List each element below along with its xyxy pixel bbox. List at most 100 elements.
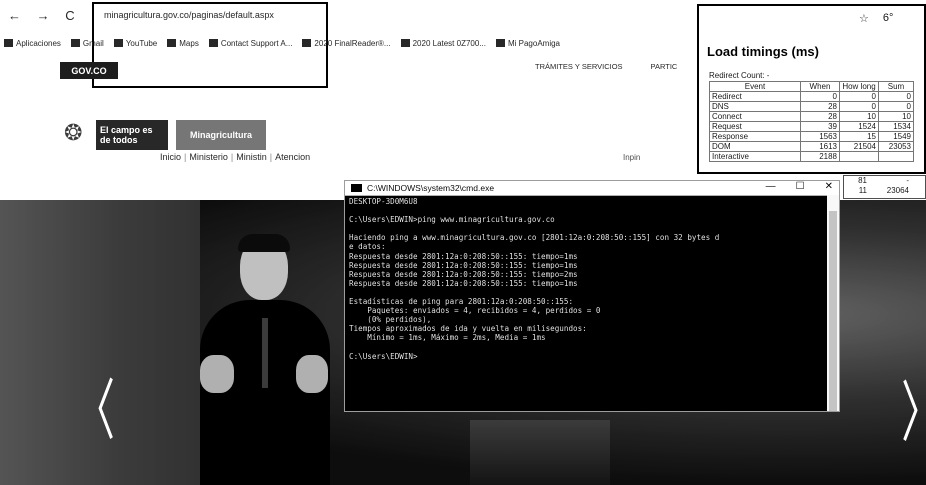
- bookmarks-bar: Aplicaciones Gmail YouTube Maps Contact Supp…: [4, 35, 560, 51]
- el-campo-logo[interactable]: El campo es de todos: [96, 120, 168, 150]
- cmd-line: Mínimo = 1ms, Máximo = 2ms, Media = 1ms: [349, 333, 546, 343]
- bookmark-label: 2020 FinalReader®...: [314, 38, 391, 48]
- table-cell: 1524: [839, 121, 879, 132]
- bookmark-label: Aplicaciones: [16, 38, 61, 48]
- table-cell: DOM: [709, 141, 801, 152]
- minagricultura-logo[interactable]: Minagricultura: [176, 120, 266, 150]
- console-icon: [351, 184, 362, 192]
- menu-item-ministerio[interactable]: Ministerio: [189, 152, 228, 162]
- menu-item-inicio[interactable]: Inicio: [160, 152, 181, 162]
- table-cell: [878, 151, 914, 162]
- bookmark-item[interactable]: Gmail: [70, 39, 104, 48]
- cmd-line: [349, 224, 825, 233]
- hero-floor: [470, 420, 610, 485]
- speaker-hair: [238, 234, 290, 252]
- table-row: Interactive 2188: [709, 151, 914, 162]
- cmd-line: Haciendo ping a www.minagricultura.gov.c…: [349, 233, 720, 243]
- close-icon[interactable]: ✕: [825, 181, 833, 192]
- table-cell: 0: [839, 91, 879, 102]
- cmd-title-text: C:\WINDOWS\system32\cmd.exe: [367, 183, 495, 193]
- cmd-line: C:\Users\EDWIN>ping www.minagricultura.g…: [349, 215, 555, 225]
- search-label[interactable]: Inpin: [623, 153, 640, 162]
- table-cell: 15: [839, 131, 879, 142]
- col-sum: Sum: [878, 81, 914, 92]
- bookmark-label: 2020 Latest 0Z700...: [412, 38, 486, 48]
- cmd-line: DESKTOP-3D0M6U8: [349, 197, 418, 206]
- cmd-line: [349, 288, 825, 297]
- table-cell: 23064: [886, 186, 909, 195]
- cmd-scrollbar[interactable]: [827, 195, 839, 411]
- bookmark-item[interactable]: Maps: [167, 39, 199, 48]
- extension-icons: ☆ 6°: [859, 12, 893, 25]
- timings-table: Event When How long Sum Redirect 0 0 0 DNS 28…: [709, 81, 914, 162]
- topnav-tramites[interactable]: TRÁMITES Y SERVICIOS: [535, 62, 623, 71]
- cmd-line: Respuesta desde 2801:12a:0:208:50::155: …: [349, 269, 578, 279]
- table-cell: 0: [800, 91, 840, 102]
- topnav-partic[interactable]: PARTIC: [651, 62, 678, 71]
- bookmark-icon: [113, 39, 123, 47]
- cmd-line: C:\Users\EDWIN>: [349, 351, 418, 361]
- cmd-line: Tiempos aproximados de ida y vuelta en m…: [349, 324, 587, 334]
- bookmark-icon: [302, 39, 312, 47]
- bookmark-item[interactable]: 2020 FinalReader®...: [302, 38, 391, 48]
- browser-nav-buttons[interactable]: ← → C: [8, 8, 81, 23]
- table-cell: 0: [839, 101, 879, 112]
- table-cell: Request: [709, 121, 801, 132]
- bookmark-item[interactable]: Mi PagoAmiga: [495, 38, 561, 48]
- table-cell: Response: [709, 131, 801, 142]
- table-cell: 28: [800, 111, 840, 122]
- cmd-line: Respuesta desde 2801:12a:0:208:50::155: …: [349, 251, 578, 261]
- timings-title: Load timings (ms): [707, 44, 819, 59]
- bookmark-icon: [70, 39, 80, 47]
- menu-item-atencion[interactable]: Atencion: [275, 152, 310, 162]
- load-timings-panel: ☆ 6° Load timings (ms) Redirect Count: -…: [697, 4, 926, 174]
- menu-item-ministin[interactable]: Ministin: [236, 152, 267, 162]
- bookmark-item[interactable]: 2020 Latest 0Z700...: [400, 38, 486, 48]
- govco-logo[interactable]: GOV.CO: [60, 62, 118, 79]
- slider-prev-icon[interactable]: 〈: [75, 378, 115, 444]
- col-event: Event: [709, 81, 801, 92]
- bookmark-icon: [208, 39, 218, 47]
- table-cell: DNS: [709, 101, 801, 112]
- cmd-titlebar[interactable]: C:\WINDOWS\system32\cmd.exe — ☐ ✕: [345, 181, 839, 196]
- col-how-long: How long: [839, 81, 879, 92]
- bookmark-icon: [4, 39, 13, 47]
- cmd-line: Estadísticas de ping para 2801:12a:0:208…: [349, 297, 574, 307]
- table-cell: 28: [800, 101, 840, 112]
- cmd-line: Respuesta desde 2801:12a:0:208:50::155: …: [349, 260, 578, 270]
- table-row: Connect 28 10 10: [709, 111, 914, 122]
- bookmark-label: Mi PagoAmiga: [507, 38, 561, 48]
- redirect-count: Redirect Count: -: [709, 71, 770, 80]
- cmd-line: e datos:: [349, 242, 386, 252]
- table-row: Request 39 1524 1534: [709, 121, 914, 132]
- extension-badge-icon[interactable]: 6°: [883, 12, 894, 25]
- bookmark-item[interactable]: Aplicaciones: [4, 39, 61, 48]
- table-row: DNS 28 0 0: [709, 101, 914, 112]
- slider-next-icon[interactable]: 〉: [901, 380, 926, 446]
- cmd-line: (0% perdidos),: [349, 315, 432, 325]
- bookmark-item[interactable]: Contact Support A...: [208, 38, 293, 48]
- minimize-icon[interactable]: —: [766, 181, 776, 192]
- speaker-hand-right: [296, 355, 328, 393]
- cmd-scroll-thumb[interactable]: [829, 211, 837, 411]
- cmd-line: [349, 343, 825, 352]
- bookmark-icon: [400, 39, 410, 47]
- table-cell: 1613: [800, 141, 840, 152]
- table-cell: [839, 151, 879, 162]
- table-cell: 11: [858, 186, 867, 195]
- cmd-window[interactable]: C:\WINDOWS\system32\cmd.exe — ☐ ✕ DESKTO…: [344, 180, 840, 412]
- table-cell: 21504: [839, 141, 879, 152]
- bookmark-label: Contact Support A...: [220, 38, 293, 48]
- bookmark-item[interactable]: YouTube: [113, 39, 157, 48]
- table-cell: 0: [878, 91, 914, 102]
- maximize-icon[interactable]: ☐: [796, 181, 805, 192]
- table-cell: 0: [878, 101, 914, 112]
- table-cell: 39: [800, 121, 840, 132]
- cmd-line: Respuesta desde 2801:12a:0:208:50::155: …: [349, 278, 578, 288]
- table-cell: 23053: [878, 141, 914, 152]
- cmd-output[interactable]: DESKTOP-3D0M6U8 C:\Users\EDWIN>ping www.m…: [349, 197, 825, 409]
- star-icon[interactable]: ☆: [859, 12, 869, 25]
- table-row: DOM 1613 21504 23053: [709, 141, 914, 152]
- cmd-line: Paquetes: enviados = 4, recibidos = 4, p…: [349, 306, 601, 316]
- table-cell: Redirect: [709, 91, 801, 102]
